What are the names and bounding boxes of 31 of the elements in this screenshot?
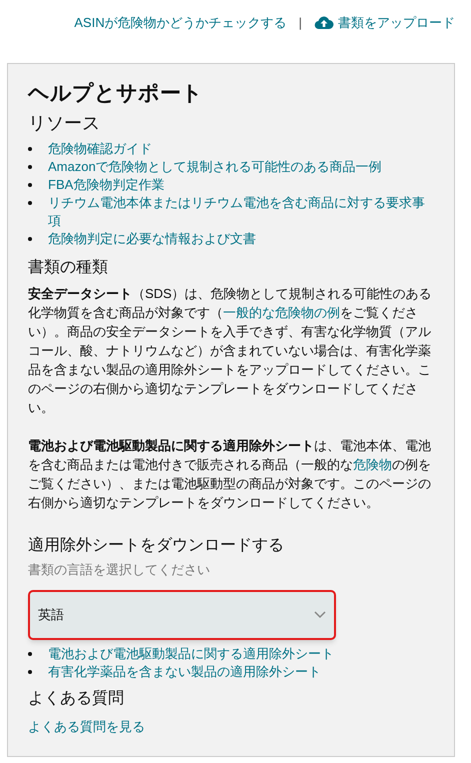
resource-link[interactable]: 危険物判定に必要な情報および文書 bbox=[48, 230, 256, 248]
resource-link[interactable]: 危険物確認ガイド bbox=[48, 140, 152, 158]
paragraph: 電池および電池駆動製品に関する適用除外シート は、電池本体、電池を含む商品または電池付きで販売される商品（一般的な危険物の例をご覧ください）、または電池駆動型の商品が対象です。このページの右側から適切なテンプレートをダウンロードしてください。 bbox=[28, 437, 432, 512]
bullet-icon bbox=[28, 237, 32, 241]
check-link[interactable]: ASINが危険物かどうかチェックする bbox=[74, 13, 287, 33]
section-heading: よくある質問 bbox=[28, 688, 125, 709]
resource-link[interactable]: 電池および電池駆動製品に関する適用除外シート bbox=[48, 645, 334, 663]
upload-link[interactable]: 書類をアップロード bbox=[314, 13, 455, 33]
bullet-icon bbox=[28, 147, 32, 151]
chevron-down-icon bbox=[314, 611, 326, 619]
select-hint: 書類の言語を選択してください bbox=[28, 561, 211, 579]
inline-link[interactable]: 危険物 bbox=[353, 457, 392, 472]
bullet-icon bbox=[28, 201, 32, 205]
separator: | bbox=[298, 14, 303, 32]
inline-link[interactable]: 一般的な危険物の例 bbox=[223, 305, 340, 320]
resource-link[interactable]: Amazonで危険物として規制される可能性のある商品一例 bbox=[48, 158, 382, 176]
bullet-icon bbox=[28, 670, 32, 674]
section-heading: 書類の種類 bbox=[28, 258, 109, 278]
language-select[interactable]: 英語 bbox=[28, 590, 336, 640]
resource-link[interactable]: FBA危険物判定作業 bbox=[48, 176, 164, 194]
resource-link[interactable]: 有害化学薬品を含まない製品の適用除外シート bbox=[48, 663, 321, 681]
cloud-upload-icon bbox=[314, 16, 334, 30]
bullet-icon bbox=[28, 652, 32, 656]
panel-title: ヘルプとサポート bbox=[28, 80, 204, 107]
bullet-icon bbox=[28, 165, 32, 169]
resource-link[interactable]: リチウム電池本体またはリチウム電池を含む商品に対する要求事項 bbox=[48, 194, 434, 230]
paragraph: 安全データシート（SDS）は、危険物として規制される可能性のある化学物質を含む商品が対象です（一般的な危険物の例をご覧ください）。商品の安全データシートを入手できず、有害な化学物質（アルコール、酸、ナトリウムなど）が含まれていない場合は、有害化学薬品を含まない製品の適用除外シートをアップロードしてください。このページの右側から適切なテンプレートをダウンロードしてください。 bbox=[28, 285, 433, 417]
faq-link[interactable]: よくある質問を見る bbox=[28, 717, 145, 737]
bullet-icon bbox=[28, 183, 32, 187]
section-heading: リソース bbox=[28, 112, 101, 135]
section-heading: 適用除外シートをダウンロードする bbox=[28, 536, 285, 556]
